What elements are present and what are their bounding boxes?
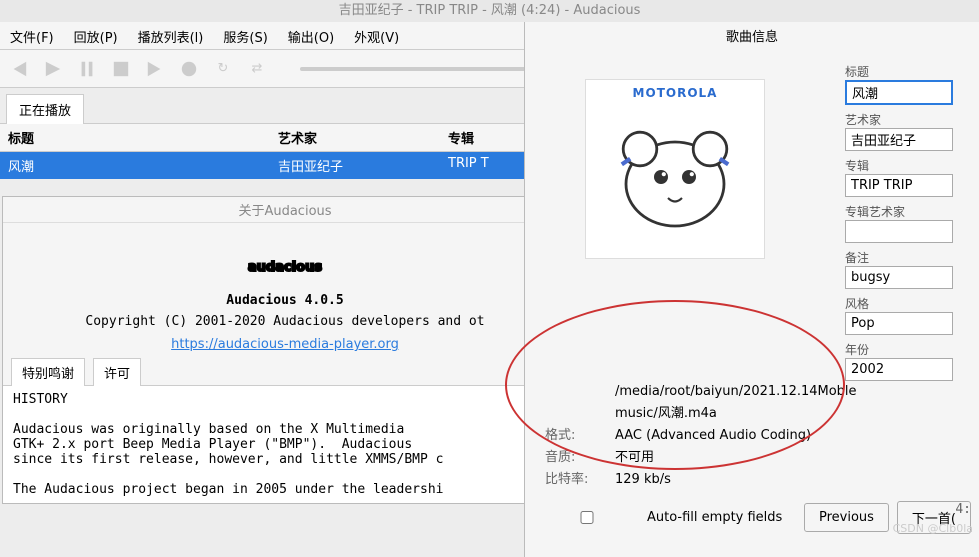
label-comment: 备注 (845, 249, 975, 266)
shuffle-icon[interactable]: ⇄ (246, 58, 268, 80)
pause-icon[interactable] (76, 58, 98, 80)
label-genre: 风格 (845, 295, 975, 312)
input-genre[interactable] (845, 312, 953, 335)
autofill-check[interactable] (533, 511, 641, 524)
bitrate-label: 比特率: (545, 469, 615, 491)
format-value: AAC (Advanced Audio Coding) (615, 425, 811, 447)
menu-view[interactable]: 外观(V) (344, 22, 409, 49)
autofill-checkbox[interactable]: Auto-fill empty fields (533, 510, 796, 525)
time-display: 4: (955, 502, 971, 517)
about-dialog: 关于Audacious audacious Audacious 4.0.5 Co… (2, 196, 568, 504)
col-artist[interactable]: 艺术家 (270, 124, 440, 151)
previous-button[interactable]: Previous (804, 503, 889, 532)
bitrate-value: 129 kb/s (615, 469, 671, 491)
label-artist: 艺术家 (845, 111, 975, 128)
input-year[interactable] (845, 358, 953, 381)
song-info-title: 歌曲信息 (525, 22, 979, 49)
file-path: /media/root/baiyun/2021.12.14Moble music… (615, 381, 855, 425)
file-meta: /media/root/baiyun/2021.12.14Moble music… (525, 381, 979, 491)
next-track-icon[interactable] (144, 58, 166, 80)
about-tabs: 特别鸣谢 许可 (3, 358, 567, 386)
tab-now-playing[interactable]: 正在播放 (6, 94, 84, 124)
about-body: HISTORY Audacious was originally based o… (3, 386, 567, 503)
quality-value: 不可用 (615, 447, 654, 469)
input-title[interactable] (845, 80, 953, 105)
about-copyright: Copyright (C) 2001-2020 Audacious develo… (3, 312, 567, 331)
play-icon[interactable] (42, 58, 64, 80)
about-link: https://audacious-media-player.org (3, 331, 567, 358)
svg-text:audacious: audacious (248, 260, 322, 275)
about-title: 关于Audacious (3, 197, 567, 223)
input-album[interactable] (845, 174, 953, 197)
window-title: 吉田亚纪子 - TRIP TRIP - 风潮 (4:24) - Audaciou… (0, 0, 979, 22)
album-art: MOTOROLA (585, 79, 765, 259)
prev-track-icon[interactable] (8, 58, 30, 80)
cell-artist: 吉田亚纪子 (270, 152, 440, 179)
audacious-logo: audacious (3, 223, 567, 289)
label-title: 标题 (845, 63, 975, 80)
quality-label: 音质: (545, 447, 615, 469)
label-album: 专辑 (845, 157, 975, 174)
hamster-icon (605, 100, 745, 240)
menu-playback[interactable]: 回放(P) (64, 22, 128, 49)
watermark: CSDN @Clb0la (893, 522, 973, 535)
col-title[interactable]: 标题 (0, 124, 270, 151)
album-art-area: MOTOROLA (525, 49, 845, 381)
dialog-buttons: Auto-fill empty fields Previous 下一首( (525, 491, 979, 544)
field-panel: 标题 艺术家 专辑 专辑艺术家 备注 风格 年份 (845, 49, 979, 381)
about-version: Audacious 4.0.5 (3, 289, 567, 312)
brand-text: MOTOROLA (633, 86, 718, 100)
label-album-artist: 专辑艺术家 (845, 203, 975, 220)
stop-icon[interactable] (110, 58, 132, 80)
repeat-icon[interactable]: ↻ (212, 58, 234, 80)
label-year: 年份 (845, 341, 975, 358)
tab-license[interactable]: 许可 (93, 358, 141, 386)
input-comment[interactable] (845, 266, 953, 289)
menu-file[interactable]: 文件(F) (0, 22, 64, 49)
record-icon[interactable] (178, 58, 200, 80)
menu-output[interactable]: 输出(O) (278, 22, 344, 49)
input-artist[interactable] (845, 128, 953, 151)
cell-title: 风潮 (0, 152, 270, 179)
tab-thanks[interactable]: 特别鸣谢 (11, 358, 85, 386)
menu-playlist[interactable]: 播放列表(l) (128, 22, 214, 49)
format-label: 格式: (545, 425, 615, 447)
input-album-artist[interactable] (845, 220, 953, 243)
menu-services[interactable]: 服务(S) (213, 22, 277, 49)
homepage-link[interactable]: https://audacious-media-player.org (171, 337, 399, 352)
song-info-dialog: 歌曲信息 MOTOROLA 标题 艺术家 专辑 (524, 22, 979, 557)
